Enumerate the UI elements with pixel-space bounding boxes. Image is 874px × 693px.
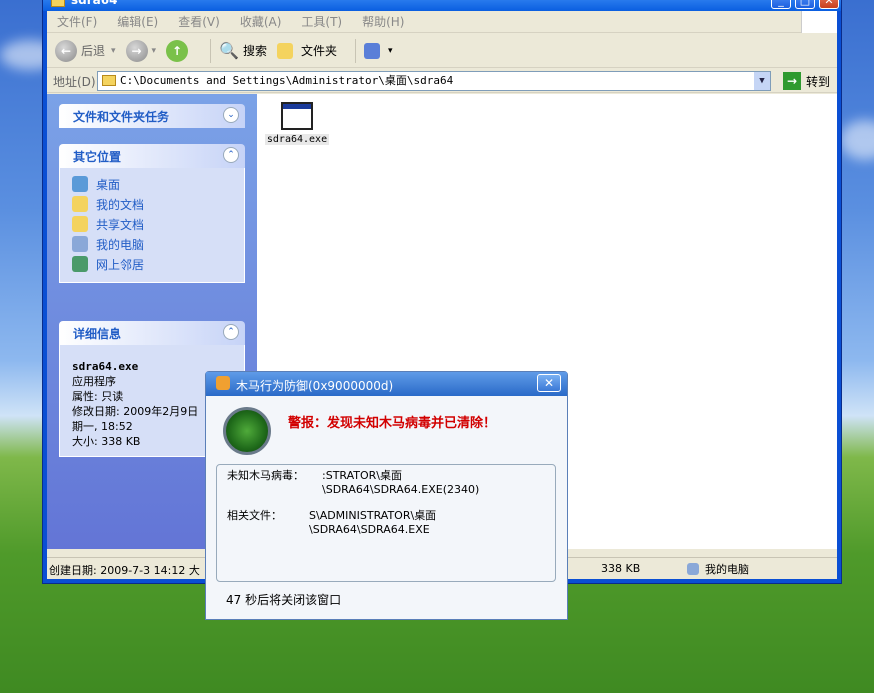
back-arrow-icon: ← bbox=[55, 39, 77, 62]
computer-icon bbox=[72, 236, 88, 252]
forward-arrow-icon: → bbox=[125, 39, 148, 62]
file-label: 相关文件： bbox=[227, 509, 282, 522]
places-list: 桌面 我的文档 共享文档 我的电脑 网上邻居 bbox=[59, 168, 245, 283]
cloud bbox=[840, 120, 874, 160]
menu-bar: 文件(F) 编辑(E) 查看(V) 收藏(A) 工具(T) 帮助(H) bbox=[47, 11, 837, 33]
alert-popup: 木马行为防御(0x9000000d) ✕ 警报：发现未知木马病毒并已清除！ 未知… bbox=[205, 371, 568, 620]
folder-icon bbox=[51, 0, 65, 7]
network-icon bbox=[72, 256, 88, 272]
file-item[interactable]: sdra64.exe bbox=[265, 102, 329, 145]
desktop-icon bbox=[72, 176, 88, 192]
status-location-label: 我的电脑 bbox=[705, 563, 749, 576]
close-icon[interactable]: ✕ bbox=[537, 374, 561, 392]
place-label: 共享文档 bbox=[96, 217, 145, 232]
folder-icon bbox=[102, 75, 116, 86]
folders-label: 文件夹 bbox=[301, 44, 338, 58]
title-bar: sdra64 _ □ ✕ bbox=[43, 0, 841, 11]
go-label: 转到 bbox=[806, 74, 831, 89]
folder-icon bbox=[277, 42, 294, 59]
menu-favorites[interactable]: 收藏(A) bbox=[240, 13, 282, 30]
virus-label: 未知木马病毒： bbox=[227, 469, 304, 482]
search-button[interactable]: 🔍 搜索 bbox=[219, 41, 267, 60]
status-size: 338 KB bbox=[601, 562, 641, 575]
menu-help[interactable]: 帮助(H) bbox=[362, 13, 404, 30]
place-label: 我的电脑 bbox=[96, 237, 145, 252]
shield-icon bbox=[216, 376, 230, 390]
menu-edit[interactable]: 编辑(E) bbox=[117, 13, 158, 30]
virus-value: :STRATOR\桌面\SDRA64\SDRA64.EXE(2340) bbox=[322, 469, 480, 496]
minimize-button[interactable]: _ bbox=[771, 0, 791, 9]
places-header[interactable]: 其它位置 ⌃ bbox=[59, 144, 245, 168]
chevron-up-icon[interactable]: ⌃ bbox=[223, 147, 239, 163]
popup-countdown: 47 秒后将关闭该窗口 bbox=[226, 593, 342, 607]
forward-button[interactable]: → ▾ bbox=[125, 39, 156, 62]
toolbar-divider bbox=[210, 38, 212, 63]
menu-view[interactable]: 查看(V) bbox=[178, 13, 220, 30]
place-network[interactable]: 网上邻居 bbox=[72, 254, 244, 274]
address-value: C:\Documents and Settings\Administrator\… bbox=[120, 74, 454, 87]
chevron-down-icon[interactable]: ⌄ bbox=[223, 107, 239, 123]
maximize-button[interactable]: □ bbox=[795, 0, 815, 9]
up-folder-icon: ↑ bbox=[166, 39, 189, 62]
status-created: 创建日期: 2009-7-3 14:12 大 bbox=[49, 564, 200, 577]
address-bar: 地址(D) C:\Documents and Settings\Administ… bbox=[47, 69, 837, 93]
menu-tools[interactable]: 工具(T) bbox=[301, 13, 342, 30]
place-label: 我的文档 bbox=[96, 197, 145, 212]
go-arrow-icon: → bbox=[783, 72, 801, 90]
back-label: 后退 bbox=[81, 44, 106, 58]
place-my-documents[interactable]: 我的文档 bbox=[72, 194, 244, 214]
detail-filename: sdra64.exe bbox=[72, 360, 139, 373]
window-title: sdra64 bbox=[71, 0, 118, 7]
chevron-down-icon[interactable]: ▼ bbox=[754, 72, 770, 90]
status-location: 我的电脑 bbox=[687, 561, 749, 577]
popup-title-bar: 木马行为防御(0x9000000d) ✕ bbox=[206, 372, 567, 396]
search-icon: 🔍 bbox=[219, 41, 239, 60]
toolbar: ← 后退 ▾ → ▾ ↑ 🔍 搜索 文件夹 ▾ bbox=[47, 34, 837, 68]
computer-icon bbox=[687, 563, 699, 575]
views-icon bbox=[364, 42, 381, 59]
shared-folder-icon bbox=[72, 216, 88, 232]
folders-button[interactable]: 文件夹 bbox=[277, 42, 337, 59]
windows-logo bbox=[801, 11, 837, 33]
details-header[interactable]: 详细信息 ⌃ bbox=[59, 321, 245, 345]
popup-warning: 警报：发现未知木马病毒并已清除！ bbox=[288, 416, 497, 431]
up-button[interactable]: ↑ bbox=[166, 39, 192, 62]
details-title: 详细信息 bbox=[73, 327, 122, 341]
close-button[interactable]: ✕ bbox=[819, 0, 839, 9]
address-label: 地址(D) bbox=[53, 75, 96, 89]
place-my-computer[interactable]: 我的电脑 bbox=[72, 234, 244, 254]
place-shared-documents[interactable]: 共享文档 bbox=[72, 214, 244, 234]
file-label: sdra64.exe bbox=[265, 134, 329, 145]
views-button[interactable]: ▾ bbox=[364, 42, 393, 59]
radar-icon bbox=[223, 407, 271, 455]
address-input[interactable]: C:\Documents and Settings\Administrator\… bbox=[97, 71, 771, 91]
place-label: 桌面 bbox=[96, 177, 121, 192]
chevron-up-icon[interactable]: ⌃ bbox=[223, 324, 239, 340]
place-label: 网上邻居 bbox=[96, 257, 145, 272]
documents-icon bbox=[72, 196, 88, 212]
places-group: 其它位置 ⌃ 桌面 我的文档 共享文档 我的电脑 网上邻居 bbox=[59, 144, 245, 283]
tasks-header[interactable]: 文件和文件夹任务 ⌄ bbox=[59, 104, 245, 128]
application-icon bbox=[281, 102, 313, 130]
back-button[interactable]: ← 后退 ▾ bbox=[55, 39, 116, 62]
place-desktop[interactable]: 桌面 bbox=[72, 174, 244, 194]
go-button[interactable]: → 转到 bbox=[783, 72, 830, 90]
tasks-title: 文件和文件夹任务 bbox=[73, 110, 170, 124]
toolbar-divider bbox=[355, 38, 357, 63]
tasks-group: 文件和文件夹任务 ⌄ bbox=[59, 104, 245, 128]
menu-file[interactable]: 文件(F) bbox=[57, 13, 97, 30]
popup-detail-box: 未知木马病毒： :STRATOR\桌面\SDRA64\SDRA64.EXE(23… bbox=[216, 464, 556, 582]
popup-title: 木马行为防御(0x9000000d) bbox=[236, 379, 394, 393]
file-value: S\ADMINISTRATOR\桌面\SDRA64\SDRA64.EXE bbox=[309, 509, 437, 536]
search-label: 搜索 bbox=[243, 44, 268, 58]
places-title: 其它位置 bbox=[73, 150, 122, 164]
